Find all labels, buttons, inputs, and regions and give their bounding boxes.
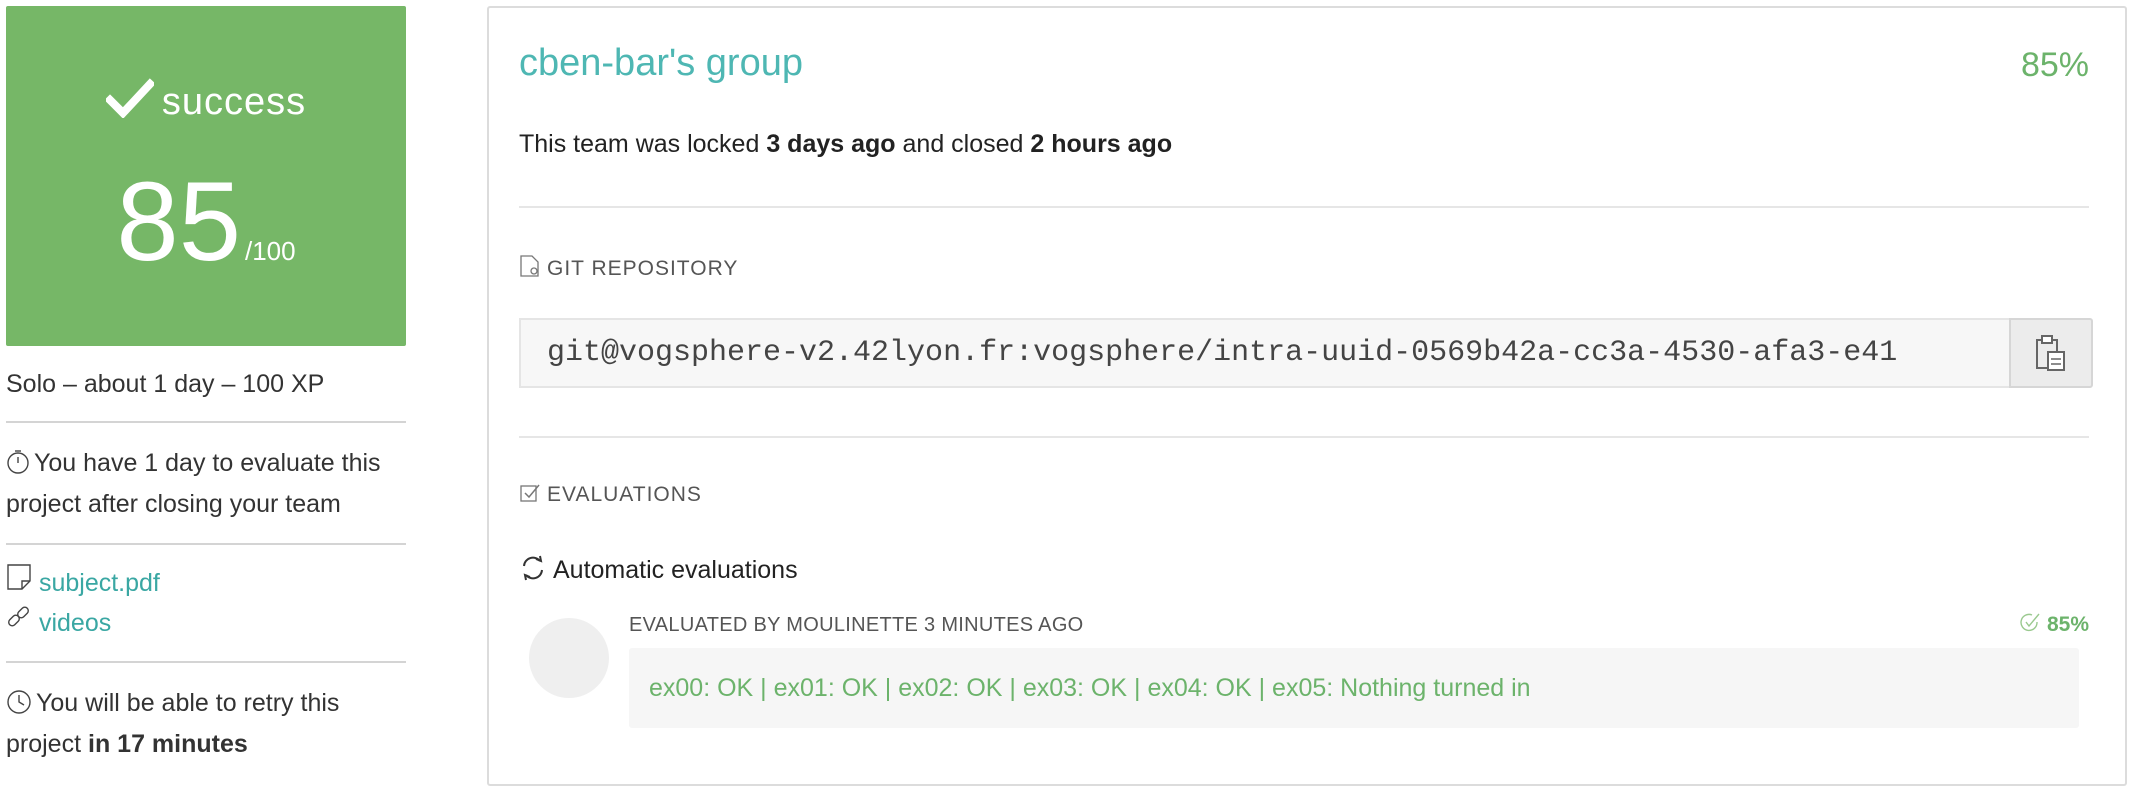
closed-ago: 2 hours ago: [1030, 130, 1173, 158]
clock-icon: [7, 690, 31, 714]
evaluations-section-label: EVALUATIONS: [519, 482, 702, 507]
evaluate-notice: You have 1 day to evaluate this project …: [6, 423, 406, 543]
videos-link[interactable]: videos: [39, 609, 111, 637]
evaluated-by: EVALUATED BY MOULINETTE 3 MINUTES AGO: [629, 614, 1084, 636]
status-label: success: [161, 81, 307, 123]
project-sidebar: success 85/100 Solo – about 1 day – 100 …: [6, 6, 406, 783]
checkbox-icon: [520, 484, 540, 502]
team-panel: cben-bar's group 85% This team was locke…: [487, 6, 2127, 786]
git-section-text: GIT REPOSITORY: [547, 257, 739, 280]
lock-prefix: This team was locked: [519, 130, 760, 158]
locked-ago: 3 days ago: [766, 130, 896, 158]
retry-time: in 17 minutes: [88, 730, 248, 758]
videos-link-row[interactable]: videos: [6, 603, 406, 643]
score-card: success 85/100: [6, 6, 406, 346]
group-percent: 85%: [2020, 46, 2089, 84]
retry-notice: You will be able to retry this project i…: [6, 663, 406, 783]
project-links: subject.pdf videos: [6, 545, 406, 661]
team-lock-status: This team was locked 3 days ago and clos…: [519, 130, 1172, 159]
link-icon: [8, 606, 29, 627]
final-score: 85: [116, 159, 241, 284]
avatar: [529, 618, 609, 698]
divider: [519, 206, 2089, 208]
lock-mid: and closed: [902, 130, 1024, 158]
document-icon: [7, 564, 31, 590]
stopwatch-icon: [7, 450, 29, 474]
status-row: success: [6, 78, 406, 124]
checkmark-icon: [105, 78, 154, 118]
evaluation-result: ex00: OK | ex01: OK | ex02: OK | ex03: O…: [629, 648, 2079, 728]
file-code-icon: [520, 255, 539, 277]
score-row: 85/100: [6, 166, 406, 278]
divider: [519, 436, 2089, 438]
git-url-field[interactable]: git@vogsphere-v2.42lyon.fr:vogsphere/int…: [519, 318, 2014, 388]
subject-link-row[interactable]: subject.pdf: [6, 563, 406, 603]
refresh-icon: [523, 555, 543, 581]
evaluation-percent-value: 85%: [2046, 613, 2089, 636]
score-max: /100: [244, 236, 296, 266]
automatic-evaluations-title: Automatic evaluations: [519, 554, 798, 585]
git-section-label: GIT REPOSITORY: [519, 254, 738, 281]
group-title[interactable]: cben-bar's group: [519, 42, 803, 85]
copy-url-button[interactable]: [2009, 318, 2093, 388]
check-circle-icon: [2020, 613, 2040, 632]
subject-pdf-link[interactable]: subject.pdf: [39, 569, 160, 597]
automatic-evaluations-text: Automatic evaluations: [553, 556, 798, 584]
evaluate-notice-text: You have 1 day to evaluate this project …: [6, 449, 381, 518]
project-meta: Solo – about 1 day – 100 XP: [6, 370, 325, 398]
evaluation-percent: 85%: [2019, 612, 2089, 637]
evaluations-section-text: EVALUATIONS: [547, 483, 702, 506]
clipboard-icon: [2036, 335, 2065, 371]
